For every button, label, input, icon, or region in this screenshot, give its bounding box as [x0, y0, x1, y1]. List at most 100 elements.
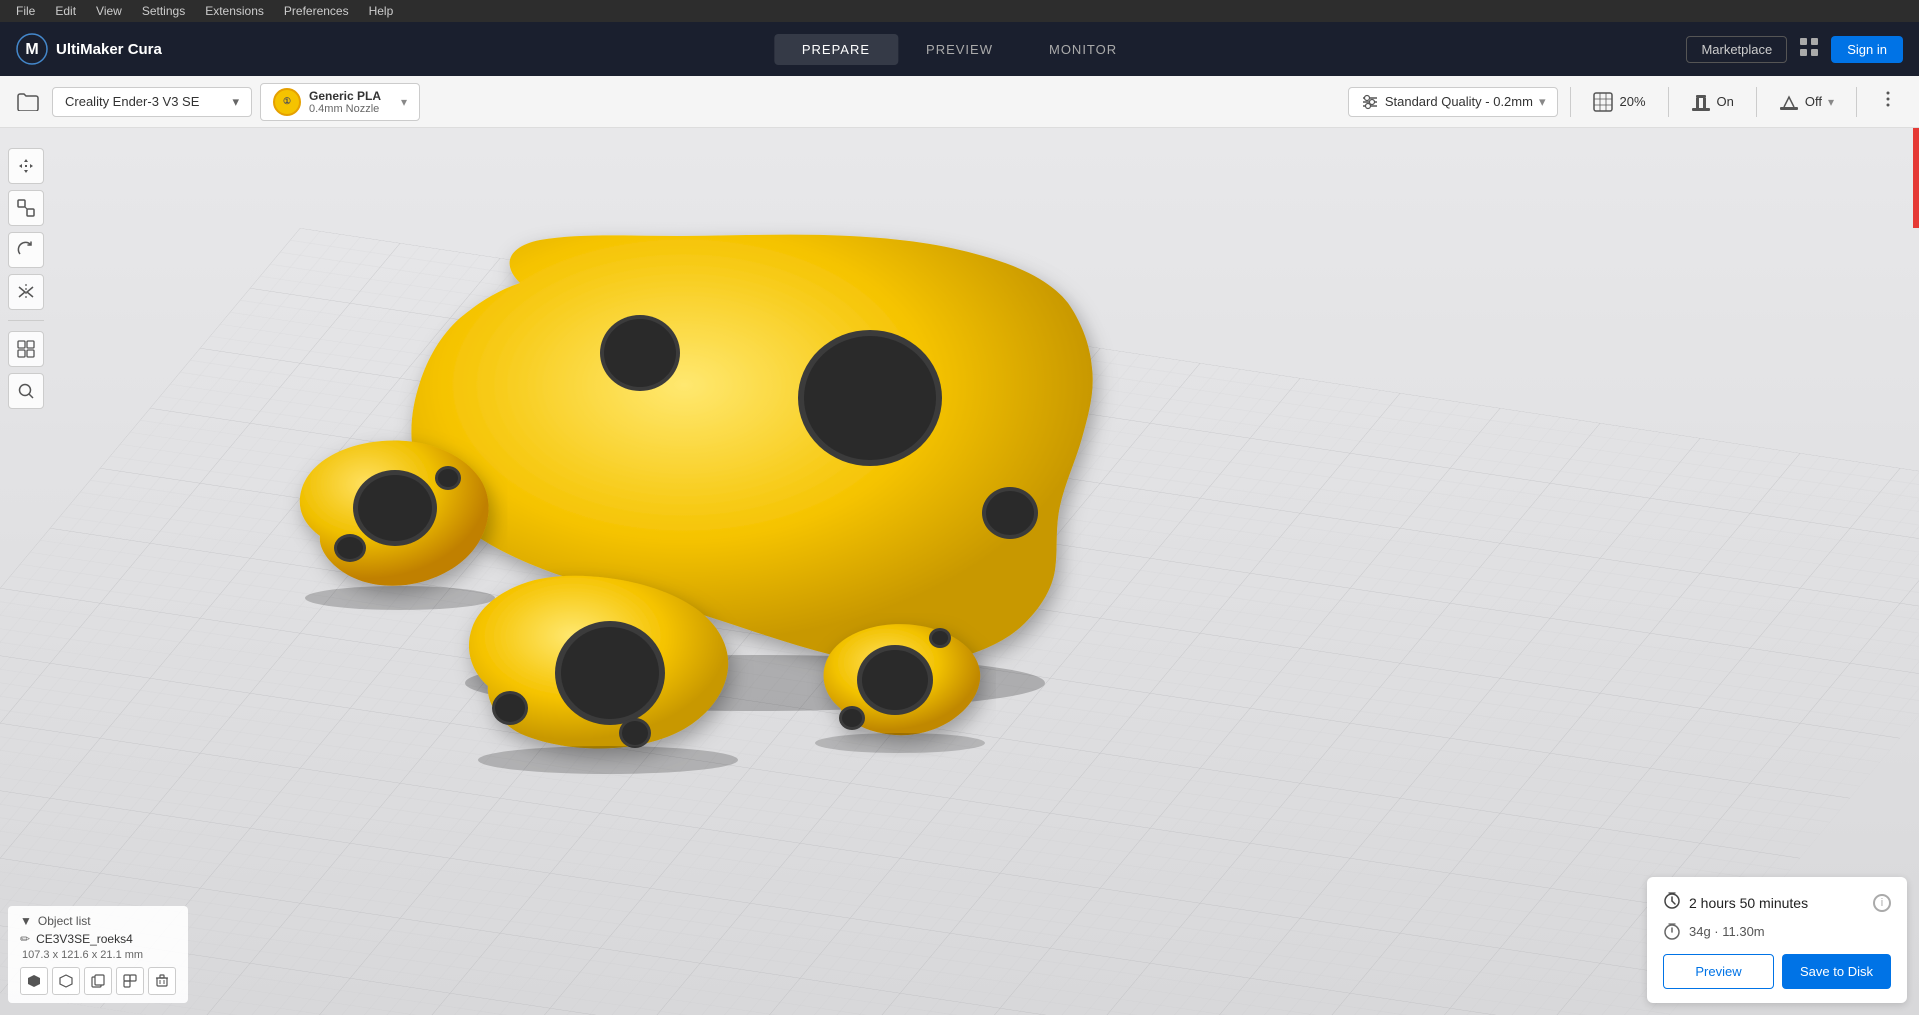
nav-tabs: PREPARE PREVIEW MONITOR [774, 34, 1145, 65]
print-info-panel: 2 hours 50 minutes i 34g · 11.30m Previe… [1647, 877, 1907, 1003]
material-info: Generic PLA 0.4mm Nozzle [309, 89, 381, 115]
infill-value: 20% [1619, 94, 1645, 109]
menu-settings[interactable]: Settings [134, 2, 193, 20]
material-selector[interactable]: ① Generic PLA 0.4mm Nozzle ▾ [260, 83, 420, 121]
app-logo: M UltiMaker Cura [16, 33, 162, 65]
material-chevron: ▾ [401, 95, 407, 109]
mirror-tool[interactable] [8, 274, 44, 310]
tab-prepare[interactable]: PREPARE [774, 34, 898, 65]
copy-icon [91, 974, 105, 988]
menu-help[interactable]: Help [361, 2, 402, 20]
search-tool[interactable] [8, 373, 44, 409]
menu-file[interactable]: File [8, 2, 43, 20]
material-icon: ① [273, 88, 301, 116]
trash-icon [155, 974, 169, 988]
multiply-icon [123, 974, 137, 988]
material-name: Generic PLA [309, 89, 381, 103]
object-tools-row [20, 967, 176, 995]
material-weight-icon [1663, 922, 1681, 940]
marketplace-button[interactable]: Marketplace [1686, 36, 1787, 63]
toolbar: Creality Ender-3 V3 SE ▾ ① Generic PLA 0… [0, 76, 1919, 128]
tab-monitor[interactable]: MONITOR [1021, 34, 1145, 65]
object-name-row: ✏ CE3V3SE_roeks4 [20, 932, 176, 946]
more-settings-icon [1879, 90, 1897, 108]
more-settings-button[interactable] [1869, 84, 1907, 119]
support-icon [1691, 92, 1711, 112]
toolbar-divider-3 [1756, 87, 1757, 117]
move-icon [17, 157, 35, 175]
sliders-icon [1361, 94, 1379, 110]
viewport[interactable]: ▼ Object list ✏ CE3V3SE_roeks4 107.3 x 1… [0, 128, 1919, 1015]
menu-extensions[interactable]: Extensions [197, 2, 272, 20]
material-nozzle: 0.4mm Nozzle [309, 103, 381, 115]
toolbar-divider-1 [1570, 87, 1571, 117]
grid-background [0, 128, 1919, 1015]
clock-icon [1663, 891, 1681, 914]
adhesion-off-label: Off [1805, 94, 1822, 109]
toolbar-divider-2 [1668, 87, 1669, 117]
stopwatch-icon [1663, 891, 1681, 909]
object-list-header[interactable]: ▼ Object list [20, 914, 176, 928]
move-tool[interactable] [8, 148, 44, 184]
signin-button[interactable]: Sign in [1831, 36, 1903, 63]
quality-settings-button[interactable]: Standard Quality - 0.2mm ▾ [1348, 87, 1559, 117]
scale-icon [17, 199, 35, 217]
build-volume-edge [1913, 128, 1919, 228]
rotate-tool[interactable] [8, 232, 44, 268]
infill-button[interactable]: 20% [1583, 86, 1655, 118]
toolbar-divider-4 [1856, 87, 1857, 117]
object-solid-view[interactable] [20, 967, 48, 995]
apps-grid-button[interactable] [1799, 37, 1819, 62]
logo-icon: M [16, 33, 48, 65]
menu-edit[interactable]: Edit [47, 2, 84, 20]
grid-icon [1799, 37, 1819, 57]
tab-preview[interactable]: PREVIEW [898, 34, 1021, 65]
object-copy[interactable] [84, 967, 112, 995]
collapse-icon: ▼ [20, 914, 32, 928]
printer-selector[interactable]: Creality Ender-3 V3 SE ▾ [52, 87, 252, 117]
infill-icon [1593, 92, 1613, 112]
solid-cube-icon [27, 974, 41, 988]
object-dimensions: 107.3 x 121.6 x 21.1 mm [20, 949, 176, 961]
object-filename: CE3V3SE_roeks4 [36, 932, 133, 946]
save-to-disk-button[interactable]: Save to Disk [1782, 954, 1891, 989]
object-multipy[interactable] [116, 967, 144, 995]
preview-button[interactable]: Preview [1663, 954, 1774, 989]
titlebar-right: Marketplace Sign in [1686, 36, 1903, 63]
wire-cube-icon [59, 974, 73, 988]
shadow-main [465, 655, 1045, 711]
object-delete[interactable] [148, 967, 176, 995]
printer-dropdown-chevron: ▾ [232, 94, 239, 110]
print-time-row: 2 hours 50 minutes i [1663, 891, 1891, 914]
quality-label: Standard Quality - 0.2mm [1385, 94, 1533, 109]
open-folder-button[interactable] [12, 86, 44, 118]
folder-icon [17, 93, 39, 111]
mirror-icon [17, 283, 35, 301]
support-on-label: On [1717, 94, 1734, 109]
adhesion-chevron: ▾ [1828, 95, 1834, 109]
print-actions-row: Preview Save to Disk [1663, 954, 1891, 989]
info-letter: i [1881, 897, 1883, 909]
app-title: UltiMaker Cura [56, 41, 162, 58]
svg-text:M: M [25, 41, 38, 58]
scale-tool[interactable] [8, 190, 44, 226]
left-toolbar [8, 148, 44, 409]
menubar: File Edit View Settings Extensions Prefe… [0, 0, 1919, 22]
print-info-icon[interactable]: i [1873, 894, 1891, 912]
arrange-icon [17, 340, 35, 358]
support-button[interactable]: On [1681, 86, 1744, 118]
rotate-icon [17, 241, 35, 259]
print-material-text: 34g · 11.30m [1689, 924, 1765, 939]
object-info-panel: ▼ Object list ✏ CE3V3SE_roeks4 107.3 x 1… [8, 906, 188, 1003]
adhesion-button[interactable]: Off ▾ [1769, 86, 1844, 118]
print-material-row: 34g · 11.30m [1663, 922, 1891, 940]
menu-preferences[interactable]: Preferences [276, 2, 357, 20]
object-wire-view[interactable] [52, 967, 80, 995]
object-list-label: Object list [38, 914, 91, 928]
printer-name: Creality Ender-3 V3 SE [65, 94, 199, 109]
pencil-icon: ✏ [20, 932, 30, 946]
print-time-value: 2 hours 50 minutes [1663, 891, 1808, 914]
print-time-text: 2 hours 50 minutes [1689, 895, 1808, 911]
menu-view[interactable]: View [88, 2, 130, 20]
arrange-tool[interactable] [8, 331, 44, 367]
